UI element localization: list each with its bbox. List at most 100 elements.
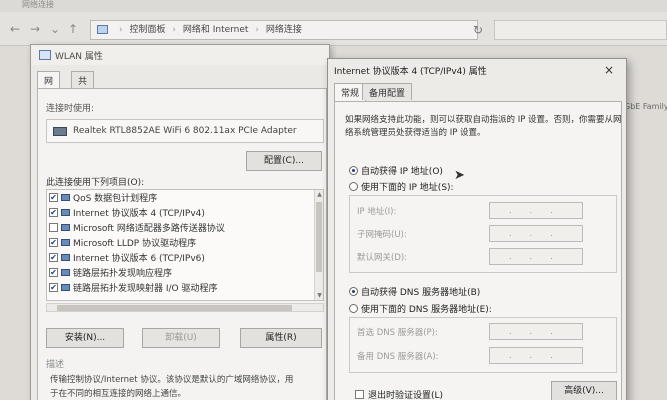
ipv4-dialog-title: Internet 协议版本 4 (TCP/IPv4) 属性: [334, 67, 487, 77]
item-checkbox[interactable]: ✔: [49, 193, 58, 202]
item-checkbox[interactable]: ✔: [49, 238, 58, 247]
ipv4-general-panel: 如果网络支持此功能，则可以获取自动指派的 IP 设置。否则，你需要从网 络系统管…: [334, 101, 622, 400]
explorer-titlebar: 网络连接: [0, 0, 667, 12]
list-item[interactable]: ✔ QoS 数据包计划程序: [49, 192, 157, 206]
component-icon: [61, 269, 70, 276]
use-ip-label: 使用下面的 IP 地址(S):: [361, 183, 454, 193]
component-icon: [61, 194, 70, 201]
ipv4-properties-dialog: Internet 协议版本 4 (TCP/IPv4) 属性 × 常规 备用配置 …: [327, 58, 627, 400]
window-title: 网络连接: [22, 0, 54, 9]
up-arrow-icon[interactable]: ↑: [68, 22, 78, 36]
items-vertical-scrollbar[interactable]: ▲ ▼: [314, 190, 323, 300]
validate-settings-label: 退出时验证设置(L): [368, 391, 444, 400]
scroll-down-icon[interactable]: ▼: [315, 291, 323, 300]
list-item[interactable]: ✔ 链路层拓扑发现映射器 I/O 驱动程序: [49, 282, 218, 296]
control-panel-icon: [97, 25, 108, 34]
network-adapter-icon: [39, 50, 51, 60]
list-item[interactable]: ✔ Internet 协议版本 6 (TCP/IPv6): [49, 252, 205, 266]
component-icon: [61, 224, 70, 231]
list-item[interactable]: ✔ 链路层拓扑发现响应程序: [49, 267, 172, 281]
dropdown-chevron-icon[interactable]: ⌄: [50, 22, 60, 36]
use-ip-radio[interactable]: 使用下面的 IP 地址(S):: [349, 180, 454, 193]
intro-line-1: 如果网络支持此功能，则可以获取自动指派的 IP 设置。否则，你需要从网: [345, 115, 622, 125]
close-icon[interactable]: ×: [604, 63, 614, 77]
forward-arrow-icon[interactable]: →: [30, 22, 40, 36]
alternate-dns-field[interactable]: ...: [489, 347, 583, 364]
ip-address-label: IP 地址(I):: [357, 207, 397, 217]
auto-ip-label: 自动获得 IP 地址(O): [361, 167, 443, 177]
uninstall-button[interactable]: 卸载(U): [142, 328, 220, 348]
item-checkbox[interactable]: ✔: [49, 283, 58, 292]
subnet-mask-label: 子网掩码(U):: [357, 230, 407, 240]
connect-using-label: 连接时使用:: [46, 104, 95, 114]
refresh-icon[interactable]: ↻: [470, 23, 486, 39]
configure-button[interactable]: 配置(C)...: [246, 151, 322, 171]
search-input[interactable]: [494, 20, 667, 40]
list-item[interactable]: Microsoft 网络适配器多路传送器协议: [49, 222, 225, 236]
auto-dns-radio[interactable]: 自动获得 DNS 服务器地址(B): [349, 285, 480, 298]
ip-address-field[interactable]: ...: [489, 202, 583, 219]
item-checkbox[interactable]: ✔: [49, 268, 58, 277]
list-item[interactable]: ✔ Internet 协议版本 4 (TCP/IPv4): [49, 207, 205, 221]
radio-selected-icon: [349, 287, 358, 296]
radio-empty-icon: [349, 304, 358, 313]
validate-settings-checkbox[interactable]: 退出时验证设置(L): [355, 388, 443, 400]
preferred-dns-field[interactable]: ...: [489, 323, 583, 340]
address-box[interactable]: › 控制面板 › 网络和 Internet › 网络连接: [90, 20, 478, 40]
advanced-button[interactable]: 高级(V)...: [551, 381, 617, 400]
auto-ip-radio[interactable]: 自动获得 IP 地址(O): [349, 164, 443, 177]
item-checkbox[interactable]: [49, 223, 58, 232]
install-button[interactable]: 安装(N)...: [46, 328, 124, 348]
description-text-line1: 传输控制协议/Internet 协议。该协议是默认的广域网络协议，用: [50, 375, 294, 385]
description-label: 描述: [46, 360, 65, 370]
component-icon: [61, 239, 70, 246]
item-label: 链路层拓扑发现响应程序: [73, 269, 173, 279]
list-item[interactable]: ✔ Microsoft LLDP 协议驱动程序: [49, 237, 196, 251]
tab-sharing[interactable]: 共享: [71, 71, 95, 100]
item-checkbox[interactable]: ✔: [49, 208, 58, 217]
breadcrumb-network-connections[interactable]: 网络连接: [266, 25, 302, 35]
items-list[interactable]: ✔ QoS 数据包计划程序 ✔ Internet 协议版本 4 (TCP/IPv4)…: [46, 189, 324, 301]
alternate-dns-label: 备用 DNS 服务器(A):: [357, 352, 439, 362]
item-label: Microsoft LLDP 协议驱动程序: [73, 239, 197, 249]
breadcrumb-network-internet[interactable]: 网络和 Internet: [183, 25, 249, 35]
adapter-box: Realtek RTL8852AE WiFi 6 802.11ax PCIe A…: [46, 119, 324, 143]
tab-alternate-config[interactable]: 备用配置: [362, 83, 413, 100]
description-text-line2: 于在不同的相互连接的网络上通信。: [50, 389, 187, 399]
breadcrumb-control-panel[interactable]: 控制面板: [129, 25, 165, 35]
radio-selected-icon: [349, 166, 358, 175]
auto-dns-label: 自动获得 DNS 服务器地址(B): [361, 288, 481, 298]
item-label: QoS 数据包计划程序: [73, 194, 158, 204]
wlan-dialog-title: WLAN 属性: [55, 52, 103, 62]
use-dns-radio[interactable]: 使用下面的 DNS 服务器地址(E):: [349, 302, 492, 315]
tab-network[interactable]: 网络: [37, 71, 61, 100]
item-label: Internet 协议版本 6 (TCP/IPv6): [73, 254, 205, 264]
intro-text: 如果网络支持此功能，则可以获取自动指派的 IP 设置。否则，你需要从网 络系统管…: [345, 114, 622, 140]
explorer-address-bar: ← → ⌄ ↑ › 控制面板 › 网络和 Internet › 网络连接 ↻: [0, 12, 667, 46]
adapter-name: Realtek RTL8852AE WiFi 6 802.11ax PCIe A…: [73, 126, 297, 136]
wlan-network-panel: 连接时使用: Realtek RTL8852AE WiFi 6 802.11ax…: [37, 88, 327, 400]
items-horizontal-scrollbar[interactable]: [46, 303, 324, 312]
component-icon: [61, 209, 70, 216]
properties-button[interactable]: 属性(R): [240, 328, 322, 348]
items-label: 此连接使用下列项目(O):: [46, 178, 145, 188]
item-label: 链路层拓扑发现映射器 I/O 驱动程序: [73, 284, 218, 294]
component-icon: [61, 284, 70, 291]
scroll-up-icon[interactable]: ▲: [315, 190, 323, 199]
item-checkbox[interactable]: ✔: [49, 253, 58, 262]
item-label: Microsoft 网络适配器多路传送器协议: [73, 224, 225, 234]
wlan-titlebar: WLAN 属性: [31, 45, 329, 65]
component-icon: [61, 254, 70, 261]
scroll-thumb[interactable]: [57, 305, 292, 311]
preferred-dns-label: 首选 DNS 服务器(P):: [357, 328, 438, 338]
mouse-cursor-icon: ➤: [454, 168, 465, 183]
wlan-properties-dialog: WLAN 属性 网络 共享 连接时使用: Realtek RTL8852AE W…: [30, 44, 330, 400]
default-gateway-label: 默认网关(D):: [357, 253, 408, 263]
back-arrow-icon[interactable]: ←: [10, 22, 20, 36]
scroll-thumb[interactable]: [316, 202, 322, 272]
checkbox-icon: [355, 390, 364, 399]
default-gateway-field[interactable]: ...: [489, 248, 583, 265]
radio-empty-icon: [349, 182, 358, 191]
use-dns-label: 使用下面的 DNS 服务器地址(E):: [361, 305, 492, 315]
subnet-mask-field[interactable]: ...: [489, 225, 583, 242]
